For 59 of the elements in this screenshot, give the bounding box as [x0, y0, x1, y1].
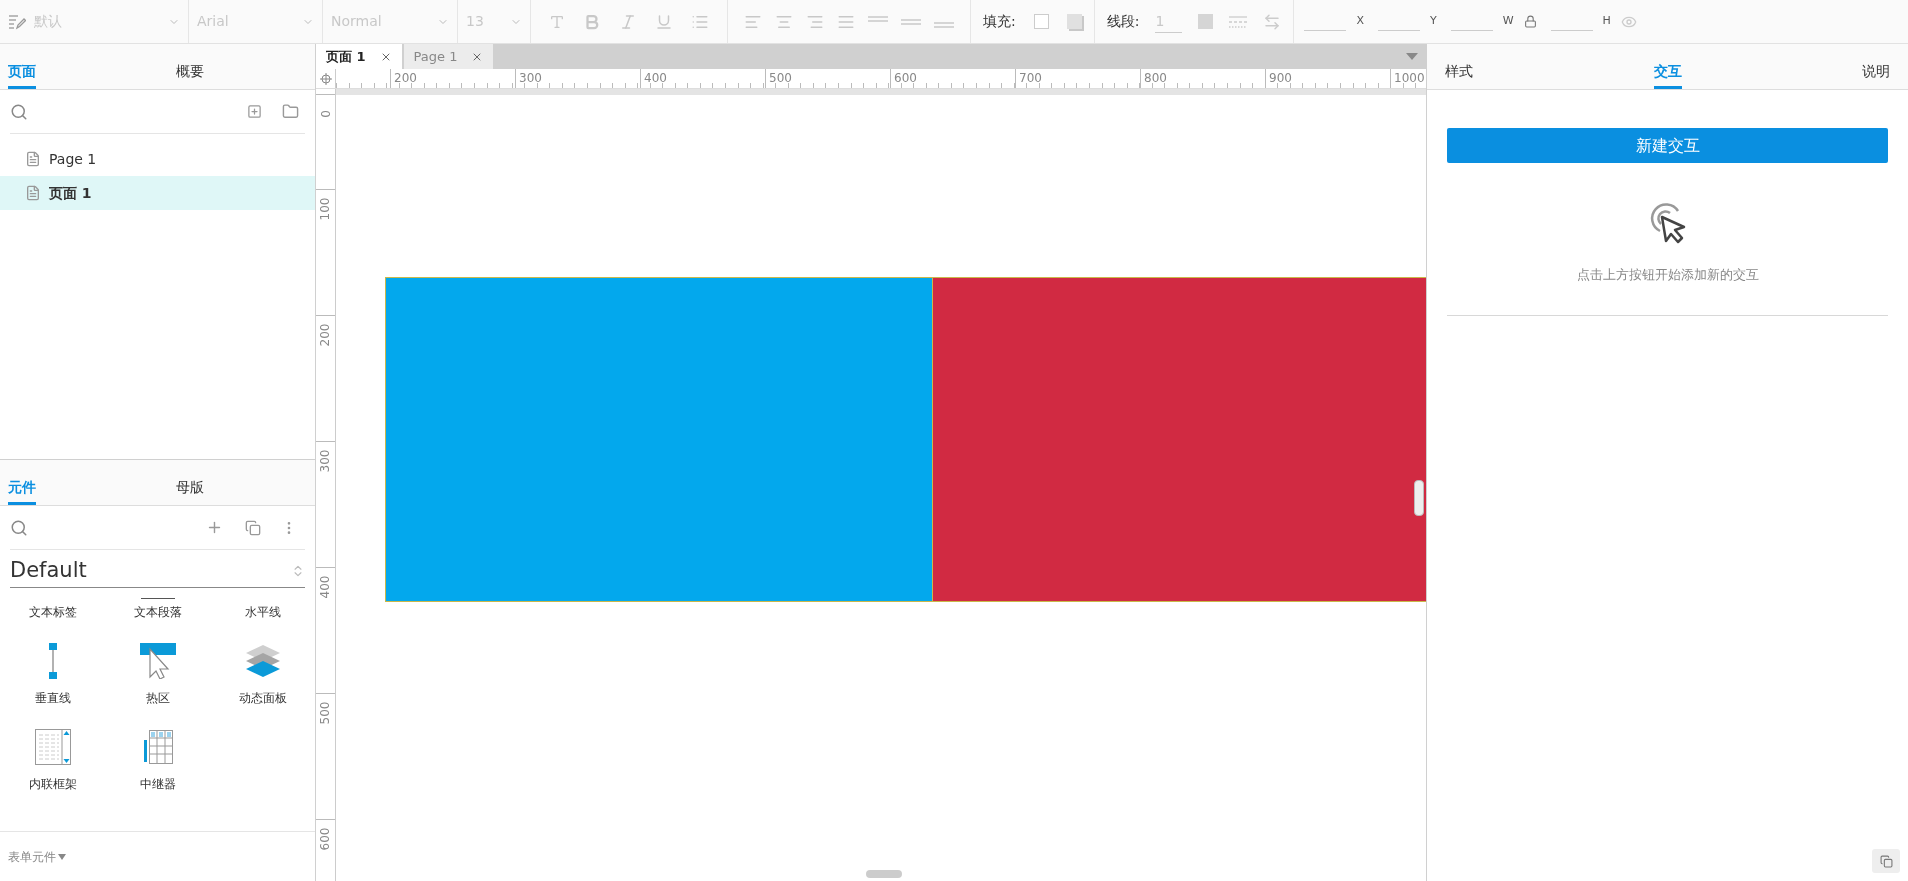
widget-item[interactable]: 动态面板: [210, 643, 316, 707]
page-item[interactable]: 页面 1: [0, 176, 315, 210]
field-label: W: [1502, 13, 1514, 30]
folder-icon[interactable]: [282, 103, 299, 120]
vertical-line-icon: [48, 643, 57, 679]
layers-icon: [245, 643, 282, 679]
rule-line: [140, 598, 175, 599]
panel-tab[interactable]: 母版: [176, 473, 204, 505]
crosshair-icon[interactable]: [319, 72, 332, 85]
caret-icon[interactable]: [1406, 53, 1418, 60]
field-label: Y: [1430, 13, 1437, 30]
panel-tab[interactable]: 样式: [1445, 57, 1473, 89]
rectangle-shape[interactable]: [385, 277, 933, 602]
page-icon: [25, 185, 41, 201]
stacked-windows-icon[interactable]: [245, 519, 261, 536]
scroll-handle[interactable]: [866, 870, 902, 878]
widget-item[interactable]: 热区: [105, 643, 211, 707]
restore-window-icon[interactable]: [1872, 849, 1900, 873]
add-page-icon[interactable]: [247, 104, 262, 119]
grid-table-icon: [142, 730, 173, 764]
panel-tab[interactable]: 概要: [176, 57, 204, 89]
widget-item[interactable]: 文本段落: [105, 598, 211, 621]
field-label: X: [1356, 13, 1364, 30]
fill-label: 填充:: [983, 12, 1016, 31]
page-icon: [25, 151, 41, 167]
edit-list-icon: [8, 13, 26, 30]
add-icon[interactable]: [206, 519, 223, 536]
caret-icon: [58, 853, 66, 860]
font-color-icon[interactable]: [549, 13, 565, 30]
widget-item[interactable]: 中继器: [105, 729, 211, 793]
horizontal-ruler: 200 300 400 500 600 700 800 900 1000: [336, 69, 1426, 88]
hotspot-icon: [139, 643, 176, 679]
document-tab[interactable]: 页面 1: [316, 44, 402, 69]
panel-tab[interactable]: 说明: [1862, 57, 1890, 89]
fill-color-swatch[interactable]: [1033, 14, 1049, 29]
library-dropdown[interactable]: Default: [10, 554, 305, 588]
dashed-lines-icon[interactable]: [1229, 14, 1248, 29]
page-label: 页面 1: [49, 183, 92, 203]
page-item[interactable]: Page 1: [0, 142, 315, 176]
widget-item[interactable]: 内联框架: [0, 729, 105, 793]
form-widgets-label[interactable]: 表单元件: [8, 847, 56, 866]
shadow-swatch[interactable]: [1066, 14, 1082, 29]
line-label: 线段:: [1106, 12, 1140, 31]
underline-icon[interactable]: [655, 12, 673, 31]
widget-item[interactable]: 水平线: [210, 598, 316, 621]
search-icon[interactable]: [10, 102, 28, 121]
scroll-handle[interactable]: [1414, 480, 1424, 516]
italic-icon[interactable]: [619, 12, 637, 31]
lock-icon[interactable]: [1523, 15, 1537, 28]
bold-icon[interactable]: [583, 12, 601, 31]
page-label: Page 1: [49, 149, 97, 169]
search-icon[interactable]: [10, 518, 28, 537]
inline-frame-icon: [34, 729, 71, 765]
line-color-swatch[interactable]: [1198, 14, 1214, 29]
widget-item[interactable]: 垂直线: [0, 643, 105, 707]
hint-text: 点击上方按钮开始添加新的交互: [1576, 266, 1759, 284]
field-label: H: [1602, 13, 1611, 30]
widget-item[interactable]: 文本标签: [0, 598, 105, 621]
arrows-icon[interactable]: [1263, 12, 1282, 31]
